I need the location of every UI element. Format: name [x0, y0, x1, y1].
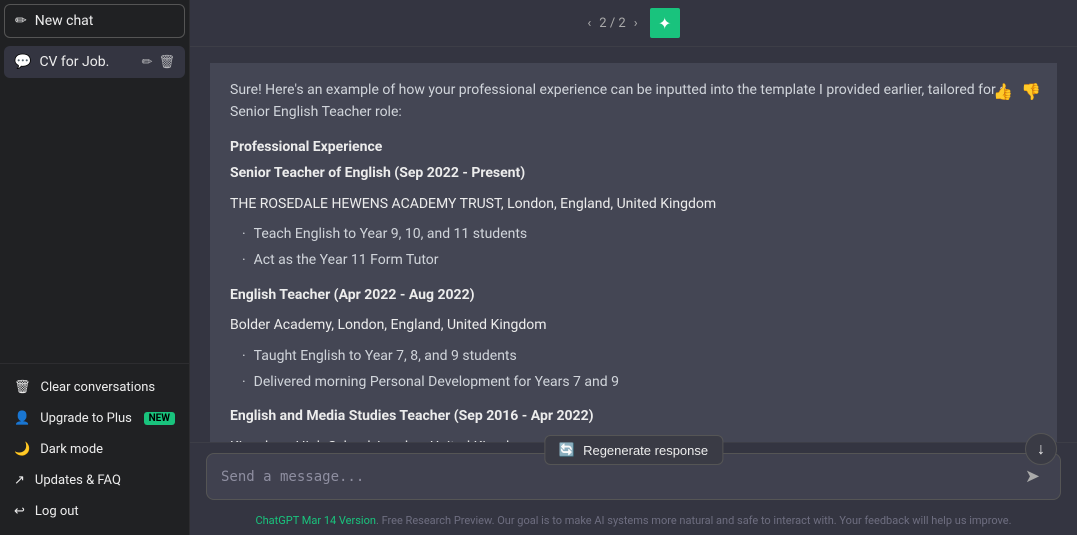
person-icon: 👤	[14, 411, 30, 426]
log-out-label: Log out	[35, 504, 79, 519]
bullets-1: Teach English to Year 9, 10, and 11 stud…	[230, 223, 1037, 272]
upgrade-label: Upgrade to Plus	[40, 411, 132, 426]
dark-mode-button[interactable]: 🌙 Dark mode	[4, 434, 185, 465]
current-page: 2	[599, 16, 606, 31]
upgrade-to-plus-button[interactable]: 👤 Upgrade to Plus NEW	[4, 403, 185, 434]
bullet-2-2: Delivered morning Personal Development f…	[242, 371, 1037, 393]
intro-text: Sure! Here's an example of how your prof…	[230, 79, 1037, 124]
send-button[interactable]: ➤	[1019, 464, 1046, 489]
bullets-2: Taught English to Year 7, 8, and 9 stude…	[230, 345, 1037, 394]
main-content: ‹ 2 / 2 › ✦ 👍 👎 Sure! Here's an example …	[190, 0, 1077, 535]
moon-icon: 🌙	[14, 442, 30, 457]
clear-conversations-button[interactable]: 🗑 Clear conversations	[4, 372, 185, 403]
footer-link[interactable]: ChatGPT Mar 14 Version	[255, 514, 375, 527]
navigation-bar: ‹ 2 / 2 ›	[587, 16, 637, 31]
prev-nav-button[interactable]: ‹	[587, 16, 591, 31]
page-counter: 2 / 2	[599, 16, 625, 31]
message-content: Sure! Here's an example of how your prof…	[230, 79, 1037, 442]
external-link-icon: ↗	[14, 473, 25, 488]
chat-list: 💬 CV for Job. ✏ 🗑	[0, 42, 189, 363]
log-out-button[interactable]: ↩ Log out	[4, 496, 185, 527]
footer-text: . Free Research Preview. Our goal is to …	[376, 514, 1012, 527]
job-title-2: English Teacher (Apr 2022 - Aug 2022)	[230, 284, 1037, 306]
company-1: THE ROSEDALE HEWENS ACADEMY TRUST, Londo…	[230, 193, 1037, 215]
top-bar: ‹ 2 / 2 › ✦	[190, 0, 1077, 47]
trash-icon: 🗑	[14, 380, 31, 395]
edit-icon[interactable]: ✏	[142, 55, 153, 70]
bullet-1-2: Act as the Year 11 Form Tutor	[242, 249, 1037, 271]
dark-mode-label: Dark mode	[40, 442, 103, 457]
message-actions: 👍 👎	[993, 79, 1041, 105]
regenerate-button[interactable]: 🔄 Regenerate response	[544, 435, 723, 465]
assistant-message: 👍 👎 Sure! Here's an example of how your …	[210, 63, 1057, 442]
new-chat-label: New chat	[35, 13, 94, 29]
scroll-to-bottom-button[interactable]: ↓	[1025, 433, 1057, 465]
message-input[interactable]	[221, 469, 1009, 485]
clear-conversations-label: Clear conversations	[41, 380, 156, 395]
total-pages: 2	[618, 16, 625, 31]
updates-faq-button[interactable]: ↗ Updates & FAQ	[4, 465, 185, 496]
sidebar: ✏ New chat 💬 CV for Job. ✏ 🗑 🗑 Clear con…	[0, 0, 190, 535]
next-nav-button[interactable]: ›	[634, 16, 638, 31]
chat-icon: 💬	[14, 54, 31, 70]
new-badge: NEW	[144, 412, 175, 425]
company-2: Bolder Academy, London, England, United …	[230, 314, 1037, 336]
job-title-3: English and Media Studies Teacher (Sep 2…	[230, 405, 1037, 427]
separator: /	[610, 16, 615, 31]
gpt-avatar: ✦	[650, 8, 680, 38]
chat-item[interactable]: 💬 CV for Job. ✏ 🗑	[4, 46, 185, 78]
section-title: Professional Experience	[230, 136, 1037, 158]
chat-item-actions: ✏ 🗑	[142, 55, 175, 70]
thumbs-up-icon[interactable]: 👍	[993, 79, 1013, 105]
job-title-1: Senior Teacher of English (Sep 2022 - Pr…	[230, 162, 1037, 184]
updates-faq-label: Updates & FAQ	[35, 473, 121, 488]
sidebar-bottom: 🗑 Clear conversations 👤 Upgrade to Plus …	[0, 363, 189, 535]
chat-item-left: 💬 CV for Job.	[14, 54, 109, 70]
plus-icon: ✏	[15, 13, 27, 29]
messages-area: 👍 👎 Sure! Here's an example of how your …	[190, 47, 1077, 442]
regenerate-container: 🔄 Regenerate response	[544, 435, 723, 465]
regenerate-label: Regenerate response	[583, 443, 708, 458]
bullet-2-1: Taught English to Year 7, 8, and 9 stude…	[242, 345, 1037, 367]
regenerate-icon: 🔄	[559, 442, 575, 458]
new-chat-button[interactable]: ✏ New chat	[4, 4, 185, 38]
footer-note: ChatGPT Mar 14 Version. Free Research Pr…	[190, 510, 1077, 535]
chat-item-label: CV for Job.	[39, 54, 109, 70]
delete-icon[interactable]: 🗑	[158, 55, 175, 70]
logout-icon: ↩	[14, 504, 25, 519]
bullet-1-1: Teach English to Year 9, 10, and 11 stud…	[242, 223, 1037, 245]
thumbs-down-icon[interactable]: 👎	[1021, 79, 1041, 105]
